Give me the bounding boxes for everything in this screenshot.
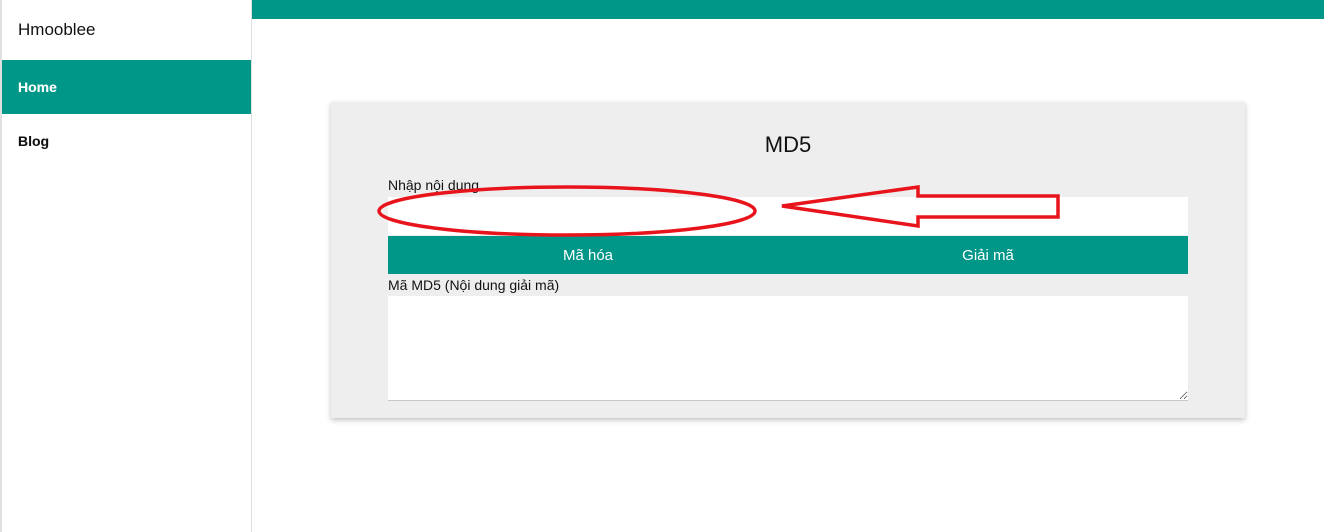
input-label: Nhập nội dung xyxy=(388,177,480,193)
top-bar xyxy=(252,0,1324,19)
output-label: Mã MD5 (Nội dung giải mã) xyxy=(388,277,560,293)
sidebar-item-blog[interactable]: Blog xyxy=(2,114,251,168)
encode-button[interactable]: Mã hóa xyxy=(388,236,788,274)
md5-tool-card: MD5 Nhập nội dung Mã hóa Giải mã Mã MD5 … xyxy=(331,102,1245,418)
sidebar: Hmooblee Home Blog xyxy=(0,0,252,532)
md5-output-textarea[interactable] xyxy=(388,296,1188,401)
brand-title[interactable]: Hmooblee xyxy=(2,0,251,60)
content-input[interactable] xyxy=(388,197,1188,235)
page-title: MD5 xyxy=(764,132,812,157)
action-buttons: Mã hóa Giải mã xyxy=(388,236,1188,274)
decode-button[interactable]: Giải mã xyxy=(788,236,1188,274)
sidebar-item-home[interactable]: Home xyxy=(2,60,251,114)
